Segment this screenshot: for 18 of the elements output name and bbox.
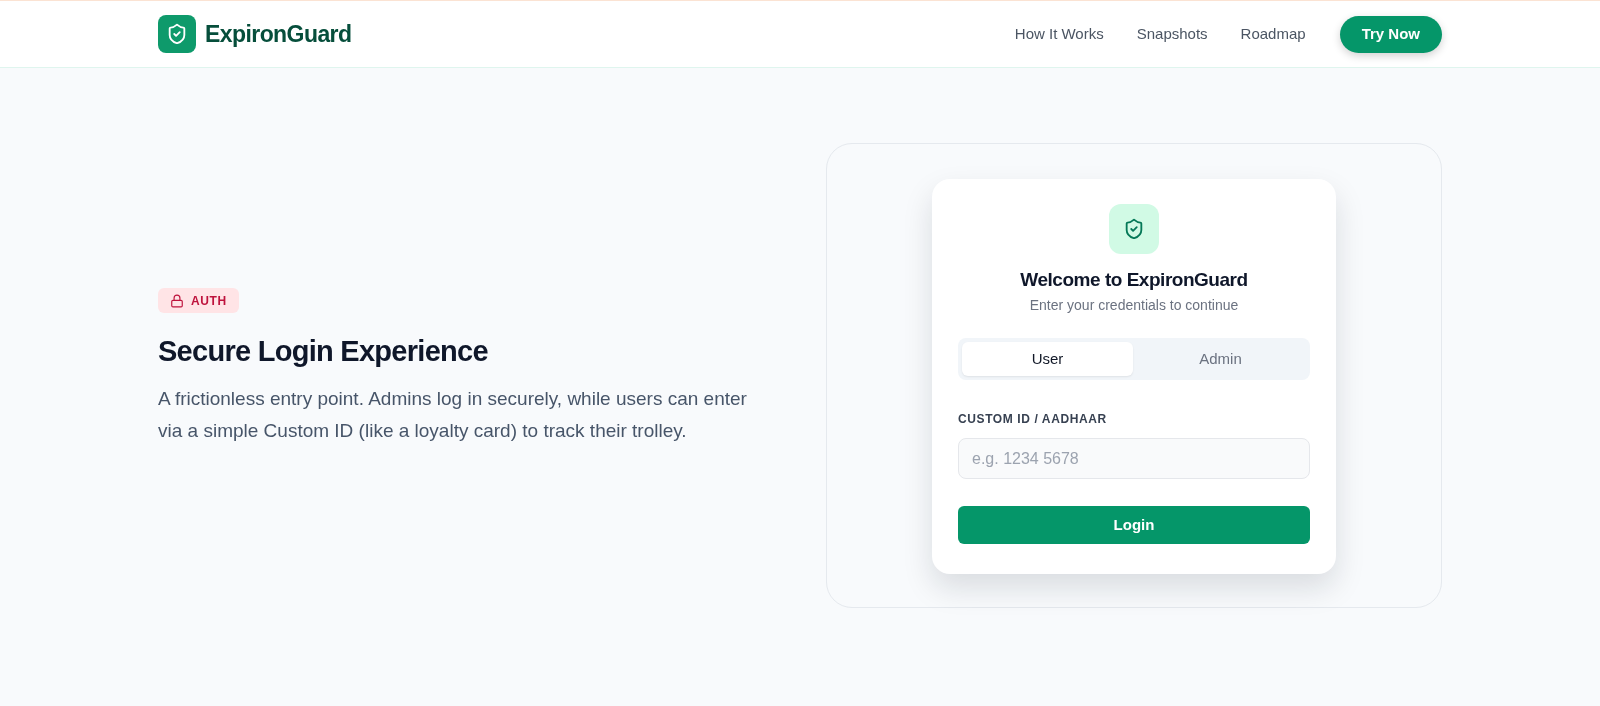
feature-description: A frictionless entry point. Admins log in securely, while users can enter via a simple Custom ID (like a loyalty card) to track their trolley. bbox=[158, 387, 748, 443]
shield-icon bbox=[1109, 204, 1159, 254]
field-label: CUSTOM ID / AADHAAR bbox=[958, 411, 1107, 428]
nav-link[interactable]: Roadmap bbox=[1240, 22, 1306, 46]
custom-id-input[interactable]: e.g. 1234 5678 bbox=[958, 438, 1310, 479]
login-button[interactable]: Login bbox=[958, 506, 1310, 544]
role-tab[interactable]: Admin bbox=[1135, 342, 1306, 376]
try-now-button[interactable]: Try Now bbox=[1339, 15, 1442, 53]
shield-logo-icon bbox=[158, 15, 196, 53]
badge-label: AUTH bbox=[191, 292, 227, 310]
role-tab[interactable]: User bbox=[962, 342, 1133, 376]
nav-link[interactable]: Snapshots bbox=[1136, 22, 1208, 46]
brand-name: ExpironGuard bbox=[205, 19, 352, 49]
card-title: Welcome to ExpironGuard bbox=[1020, 268, 1248, 292]
card-subtitle: Enter your credentials to continue bbox=[1029, 296, 1239, 315]
lock-icon bbox=[170, 293, 184, 308]
feature-title: Secure Login Experience bbox=[158, 334, 488, 369]
nav-link[interactable]: How It Works bbox=[1014, 22, 1104, 46]
